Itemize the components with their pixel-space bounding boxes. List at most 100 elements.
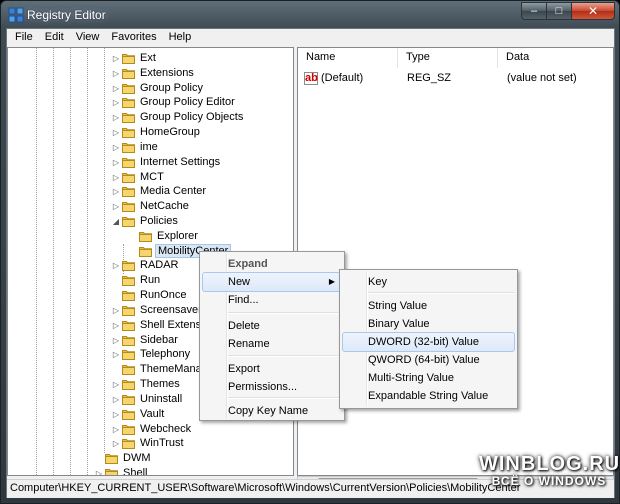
expand-arrow-icon[interactable]: ▷ xyxy=(112,54,120,63)
tree-node-label[interactable]: WinTrust xyxy=(138,437,186,449)
context-menu-item[interactable]: Delete xyxy=(202,316,342,336)
column-header-data[interactable]: Data xyxy=(498,48,613,68)
context-menu-item[interactable]: New ▶ xyxy=(202,272,342,292)
tree-node[interactable]: Explorer xyxy=(8,229,293,244)
expand-arrow-icon[interactable]: ▷ xyxy=(112,202,120,211)
column-header-name[interactable]: Name xyxy=(298,48,398,68)
expand-arrow-icon[interactable]: ▷ xyxy=(112,158,120,167)
collapse-arrow-icon[interactable]: ◢ xyxy=(112,217,120,226)
tree-node-label[interactable]: DWM xyxy=(121,452,153,464)
tree-node[interactable]: ▷ Shell xyxy=(8,466,293,475)
expand-arrow-icon[interactable]: ▷ xyxy=(112,69,120,78)
expand-arrow-icon[interactable]: ▷ xyxy=(112,113,120,122)
context-menu-item[interactable]: Export xyxy=(202,359,342,379)
expand-arrow-icon[interactable]: ▷ xyxy=(112,98,120,107)
context-menu-item[interactable]: Find... xyxy=(202,290,342,310)
new-submenu-item[interactable]: String Value xyxy=(342,296,515,316)
tree-node[interactable]: ▷ MCT xyxy=(8,170,293,185)
menu-edit[interactable]: Edit xyxy=(39,29,70,47)
tree-node[interactable]: ▷ NetCache xyxy=(8,199,293,214)
tree-node-label[interactable]: Group Policy Editor xyxy=(138,96,237,108)
folder-icon xyxy=(139,230,152,242)
tree-node[interactable]: ▷ Ext xyxy=(8,51,293,66)
tree-node[interactable]: ▷ Group Policy xyxy=(8,81,293,96)
close-button[interactable]: ✕ xyxy=(571,2,615,20)
expand-arrow-icon[interactable]: ▷ xyxy=(95,469,103,475)
tree-node[interactable]: ▷ Extensions xyxy=(8,66,293,81)
maximize-button[interactable]: □ xyxy=(546,2,572,20)
expand-arrow-icon[interactable]: ▷ xyxy=(112,173,120,182)
tree-node-label[interactable]: MCT xyxy=(138,171,166,183)
new-submenu-item[interactable]: DWORD (32-bit) Value xyxy=(342,332,515,352)
context-menu-item[interactable]: Expand xyxy=(202,254,342,274)
context-menu-item[interactable]: Permissions... xyxy=(202,377,342,397)
minimize-button[interactable]: – xyxy=(521,2,547,20)
expand-arrow-icon[interactable]: ▷ xyxy=(112,439,120,448)
expand-arrow-icon[interactable]: ▷ xyxy=(112,128,120,137)
tree-node-label[interactable]: RADAR xyxy=(138,259,181,271)
tree-node[interactable]: ◢ Policies xyxy=(8,214,293,229)
expand-arrow-icon[interactable]: ▷ xyxy=(112,306,120,315)
tree-node-label[interactable]: Group Policy xyxy=(138,82,205,94)
tree-node-label[interactable]: Themes xyxy=(138,378,182,390)
string-value-icon: ab xyxy=(304,72,318,85)
tree-node[interactable]: DWM xyxy=(8,451,293,466)
expand-arrow-icon[interactable]: ▷ xyxy=(112,261,120,270)
tree-node[interactable]: ▷ ime xyxy=(8,140,293,155)
tree-node-label[interactable]: NetCache xyxy=(138,200,191,212)
menu-view[interactable]: View xyxy=(70,29,106,47)
expand-arrow-icon[interactable]: ▷ xyxy=(112,410,120,419)
expand-arrow-icon[interactable]: ▷ xyxy=(112,336,120,345)
tree-node-label[interactable]: Internet Settings xyxy=(138,156,222,168)
tree-node-label[interactable]: Uninstall xyxy=(138,393,184,405)
expand-arrow-icon[interactable]: ▷ xyxy=(112,187,120,196)
tree-node-label[interactable]: Ext xyxy=(138,52,158,64)
tree-node-label[interactable]: RunOnce xyxy=(138,289,188,301)
tree-node-label[interactable]: Sidebar xyxy=(138,334,180,346)
tree-node[interactable]: ▷ Group Policy Editor xyxy=(8,95,293,110)
menu-file[interactable]: File xyxy=(9,29,39,47)
tree-node[interactable]: ▷ WinTrust xyxy=(8,436,293,451)
new-submenu-item[interactable]: Key xyxy=(342,272,515,292)
tree-node[interactable]: ▷ Media Center xyxy=(8,184,293,199)
context-menu-item[interactable]: Rename xyxy=(202,334,342,354)
tree-node-label[interactable]: Explorer xyxy=(155,230,200,242)
tree-node-label[interactable]: Extensions xyxy=(138,67,196,79)
expand-arrow-icon[interactable]: ▷ xyxy=(112,380,120,389)
context-menu-item-label: Delete xyxy=(228,320,260,332)
new-submenu-item[interactable]: Binary Value xyxy=(342,314,515,334)
tree-node-label[interactable]: Policies xyxy=(138,215,180,227)
tree-node[interactable]: ▷ HomeGroup xyxy=(8,125,293,140)
tree-node[interactable]: ▷ Internet Settings xyxy=(8,155,293,170)
column-header-type[interactable]: Type xyxy=(398,48,498,68)
tree-node-label[interactable]: Webcheck xyxy=(138,423,193,435)
tree-node-label[interactable]: Group Policy Objects xyxy=(138,111,245,123)
context-menu-item[interactable]: Copy Key Name xyxy=(202,401,342,421)
new-submenu-item[interactable]: Expandable String Value xyxy=(342,386,515,406)
expand-arrow-icon[interactable]: ▷ xyxy=(112,84,120,93)
new-submenu-item[interactable]: QWORD (64-bit) Value xyxy=(342,350,515,370)
tree-node-label[interactable]: ime xyxy=(138,141,160,153)
expand-arrow-icon[interactable]: ▷ xyxy=(112,350,120,359)
tree-node[interactable]: ▷ Group Policy Objects xyxy=(8,110,293,125)
tree-node-label[interactable]: HomeGroup xyxy=(138,126,202,138)
expand-arrow-icon[interactable]: ▷ xyxy=(112,425,120,434)
expand-arrow-icon[interactable]: ▷ xyxy=(112,321,120,330)
tree-node-label[interactable]: Media Center xyxy=(138,185,208,197)
value-data: (value not set) xyxy=(507,72,577,84)
new-submenu-item[interactable]: Multi-String Value xyxy=(342,368,515,388)
expand-arrow-icon xyxy=(128,247,136,256)
expand-arrow-icon[interactable]: ▷ xyxy=(112,395,120,404)
value-row[interactable]: ab (Default) REG_SZ (value not set) xyxy=(298,70,613,86)
tree-node-label[interactable]: Vault xyxy=(138,408,166,420)
menu-bar: File Edit View Favorites Help xyxy=(7,29,614,47)
tree-node-label[interactable]: Shell xyxy=(121,467,149,475)
tree-node-label[interactable]: Run xyxy=(138,274,162,286)
menu-favorites[interactable]: Favorites xyxy=(105,29,162,47)
tree-node[interactable]: ▷ Webcheck xyxy=(8,422,293,437)
menu-help[interactable]: Help xyxy=(163,29,198,47)
expand-arrow-icon[interactable]: ▷ xyxy=(112,143,120,152)
folder-icon xyxy=(122,96,135,109)
tree-node-label[interactable]: Telephony xyxy=(138,348,192,360)
title-bar[interactable]: Registry Editor – □ ✕ xyxy=(1,1,619,29)
